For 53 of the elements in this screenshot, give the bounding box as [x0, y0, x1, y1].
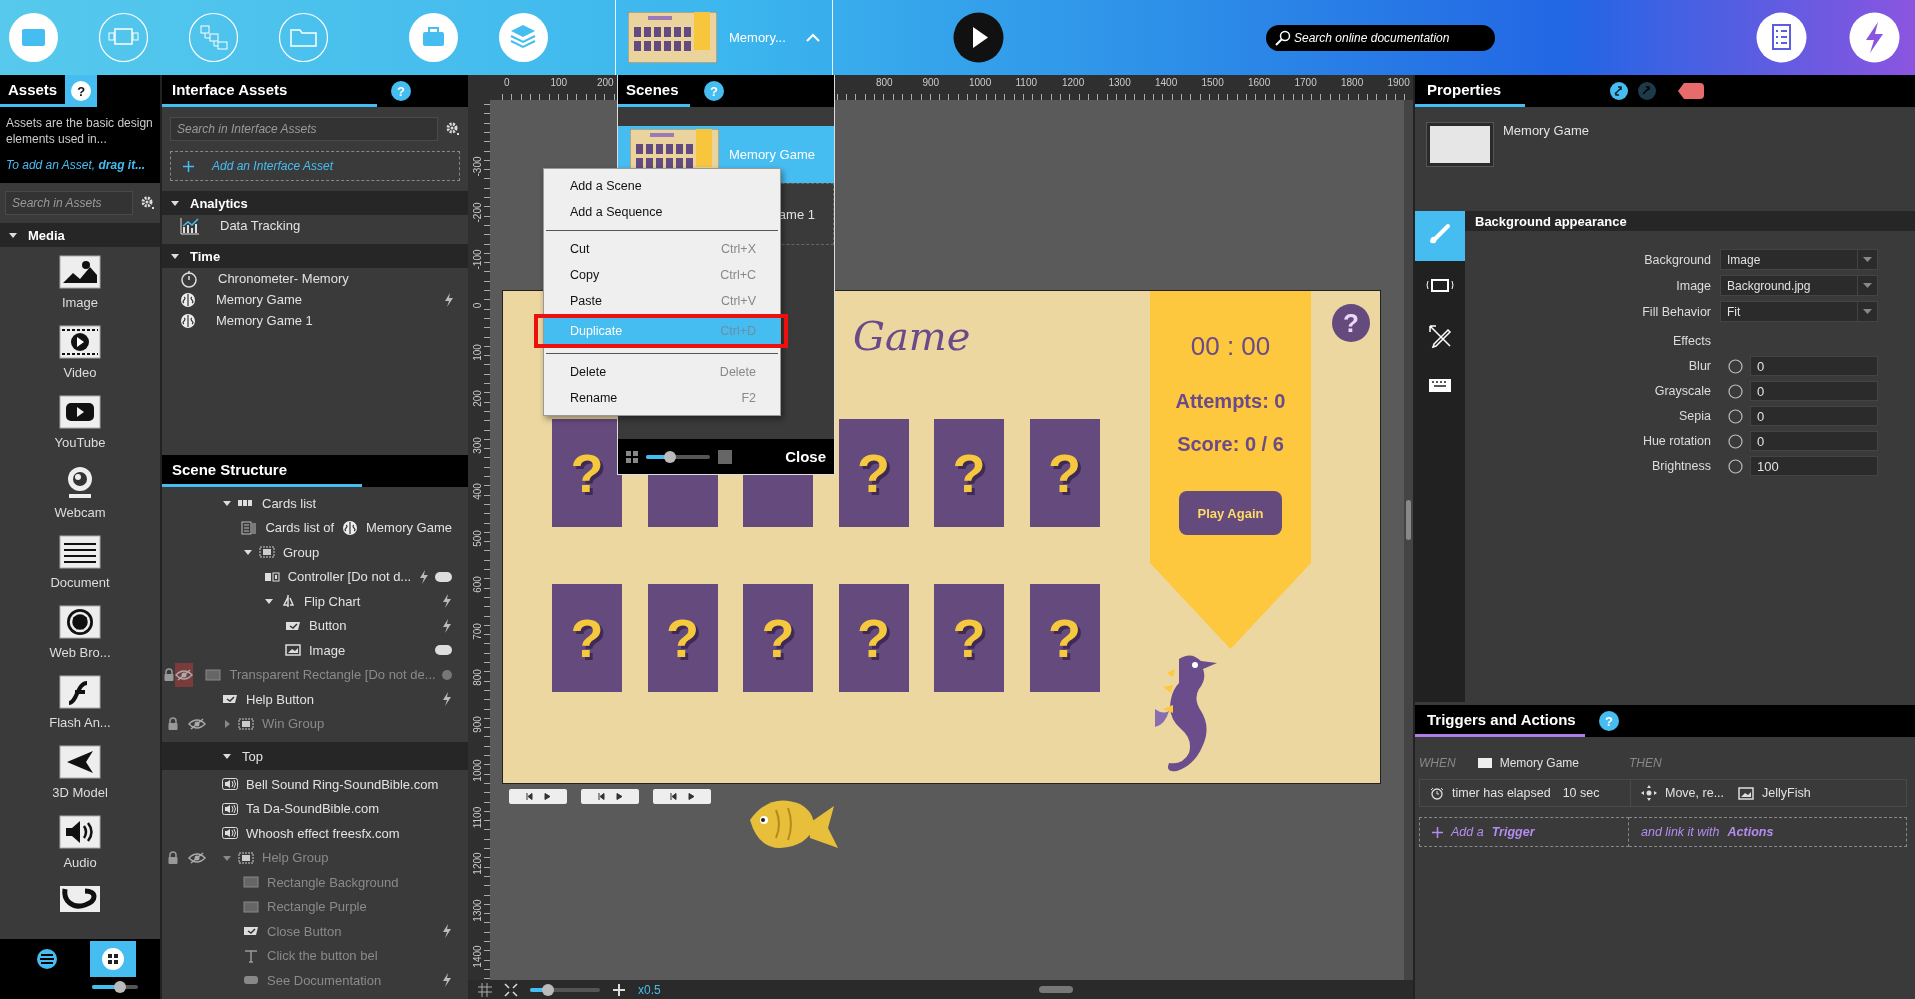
ruler-label: -200 — [471, 201, 483, 225]
ruler-label: 1400 — [471, 944, 483, 970]
assets-description: Assets are the basic design elements used in... — [6, 115, 154, 147]
attempts-text: Attempts: 0 — [1175, 390, 1286, 413]
ruler-label: 1100 — [1015, 77, 1037, 88]
ruler-label: 300 — [471, 435, 483, 456]
ruler-label: -300 — [471, 155, 483, 178]
ruler-label: 600 — [471, 575, 483, 595]
ruler-label: 800 — [876, 77, 893, 88]
field-label: Sepia — [1678, 408, 1712, 425]
ruler-label: 500 — [471, 528, 483, 549]
ruler-label: 1600 — [1248, 77, 1271, 88]
ruler-label: 1800 — [1341, 77, 1364, 88]
field-label: Blur — [1687, 358, 1712, 375]
ruler-label: 1700 — [1294, 77, 1317, 88]
field-label: Background — [1643, 251, 1712, 269]
ruler-label: 1500 — [1201, 77, 1224, 88]
field-label: Fill Behavior — [1641, 303, 1712, 321]
field-label: Hue rotation — [1641, 433, 1712, 450]
field-label: Effects — [1672, 333, 1712, 350]
ruler-label: 1300 — [471, 897, 483, 924]
ruler-label: 1200 — [1062, 77, 1085, 88]
section-header: Background appearance — [1465, 211, 1915, 231]
game-title: Game — [853, 313, 971, 359]
when-label: WHEN — [1419, 756, 1456, 770]
ruler-label: 1200 — [471, 851, 483, 877]
ruler-label: 100 — [550, 77, 568, 88]
ruler-label: 800 — [471, 668, 483, 688]
zoom-level: x0.5 — [638, 982, 661, 997]
ruler-label: 1000 — [471, 758, 483, 784]
ruler-label: 900 — [471, 714, 483, 735]
ruler-label: 1100 — [471, 805, 483, 830]
field-label: Grayscale — [1653, 383, 1712, 400]
field-label: Image — [1675, 277, 1712, 295]
ruler-label: 200 — [471, 389, 483, 409]
ruler-label: 200 — [597, 77, 614, 88]
object-name: Memory Game — [1503, 123, 1589, 140]
then-label: THEN — [1629, 756, 1663, 770]
ruler-label: 1300 — [1108, 77, 1131, 88]
ruler-label: 900 — [922, 77, 940, 88]
score-text: Score: 0 / 6 — [1177, 433, 1284, 456]
ruler-label: 400 — [471, 482, 483, 502]
ruler-label: 1000 — [969, 77, 992, 88]
ruler-label: 100 — [471, 342, 483, 363]
ruler-label: -100 — [471, 248, 483, 271]
ruler-label: 1400 — [1155, 77, 1178, 88]
timer-text: 00 : 00 — [1190, 331, 1271, 361]
ruler-label: 0 — [471, 301, 483, 311]
ruler-label: 1900 — [1387, 77, 1410, 88]
ruler-label: 0 — [504, 77, 510, 88]
drag-hint: To add an Asset, drag it... — [6, 157, 147, 173]
ruler-label: 700 — [471, 621, 483, 642]
field-label: Brightness — [1650, 458, 1712, 475]
